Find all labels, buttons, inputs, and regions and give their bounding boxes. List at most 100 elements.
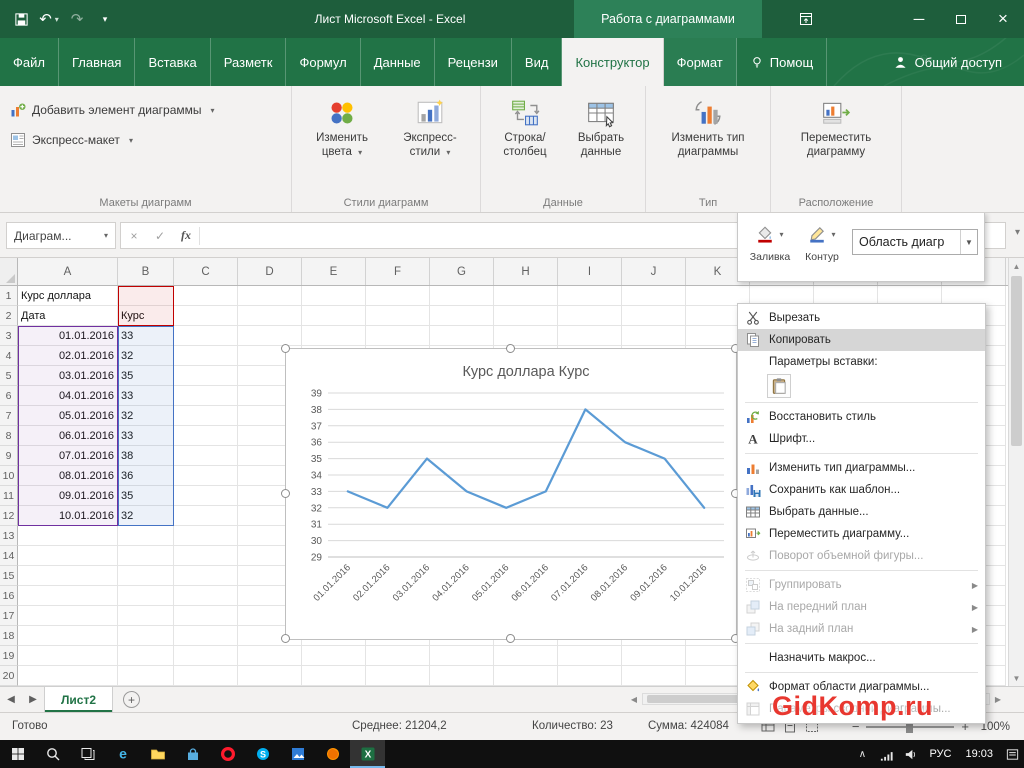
cell-G19[interactable] [430,646,494,666]
row-header-20[interactable]: 20 [0,666,18,686]
cell-B3[interactable]: 33 [118,326,174,346]
formula-bar-expand-icon[interactable]: ▾ [1015,227,1020,238]
cell-G1[interactable] [430,286,494,306]
cell-A3[interactable]: 01.01.2016 [18,326,118,346]
cell-F20[interactable] [366,666,430,686]
column-header-B[interactable]: B [118,258,174,285]
cell-B11[interactable]: 35 [118,486,174,506]
share-button[interactable]: Общий доступ [881,38,1014,86]
tab-5-данные[interactable]: Данные [361,38,435,86]
context-menu-item-2[interactable]: Параметры вставки: [738,351,985,373]
tab-7-вид[interactable]: Вид [512,38,563,86]
row-header-12[interactable]: 12 [0,506,18,526]
cell-C8[interactable] [174,426,238,446]
redo-button[interactable]: ↷ [64,5,90,33]
column-header-G[interactable]: G [430,258,494,285]
cell-B7[interactable]: 32 [118,406,174,426]
context-menu-item-0[interactable]: Вырезать [738,307,985,329]
row-header-16[interactable]: 16 [0,586,18,606]
cell-C11[interactable] [174,486,238,506]
cell-I2[interactable] [558,306,622,326]
language-indicator[interactable]: РУС [922,748,958,760]
cell-H2[interactable] [494,306,558,326]
cell-B18[interactable] [118,626,174,646]
chart-selection-handle[interactable] [506,634,515,643]
chart-element-selector[interactable]: Область диагр ▼ [852,229,978,255]
tab-9-формат[interactable]: Формат [664,38,737,86]
save-button[interactable] [8,5,34,33]
ribbon-button-1-1[interactable]: Экспресс-стили ▾ [386,90,474,159]
cell-G3[interactable] [430,326,494,346]
column-header-C[interactable]: C [174,258,238,285]
cell-C16[interactable] [174,586,238,606]
cell-A17[interactable] [18,606,118,626]
row-header-5[interactable]: 5 [0,366,18,386]
chart-selection-handle[interactable] [506,344,515,353]
column-header-D[interactable]: D [238,258,302,285]
row-header-10[interactable]: 10 [0,466,18,486]
row-header-11[interactable]: 11 [0,486,18,506]
vertical-scrollbar[interactable]: ▲ ▼ [1008,258,1024,686]
cell-H19[interactable] [494,646,558,666]
cell-A15[interactable] [18,566,118,586]
sheet-tab-list2[interactable]: Лист2 [44,687,113,712]
context-menu-item-18[interactable]: Назначить макрос... [738,647,985,669]
ribbon-button-2-1[interactable]: Выбрать данные [563,90,639,159]
taskbar-opera-button[interactable] [210,740,245,768]
chart-selection-handle[interactable] [281,634,290,643]
cell-A19[interactable] [18,646,118,666]
context-menu-item-11[interactable]: Переместить диаграмму... [738,523,985,545]
row-header-8[interactable]: 8 [0,426,18,446]
taskbar-skype-button[interactable]: S [245,740,280,768]
cell-C18[interactable] [174,626,238,646]
cell-B6[interactable]: 33 [118,386,174,406]
taskbar-file-explorer-button[interactable] [140,740,175,768]
name-box[interactable]: Диаграм...▾ [6,222,116,249]
cell-C17[interactable] [174,606,238,626]
customize-qat-button[interactable]: ▾ [92,5,118,33]
ribbon-button-0-1[interactable]: Экспресс-макет▾ [6,130,285,150]
tab-6-рецензи[interactable]: Рецензи [435,38,512,86]
taskbar-firefox-button[interactable] [315,740,350,768]
context-menu-item-10[interactable]: Выбрать данные... [738,501,985,523]
outline-color-button[interactable]: ▾ Контур [798,221,846,263]
cell-C7[interactable] [174,406,238,426]
row-header-7[interactable]: 7 [0,406,18,426]
line-chart[interactable]: Курс доллара Курс29303132333435363738390… [286,349,736,639]
column-header-F[interactable]: F [366,258,430,285]
context-menu-item-8[interactable]: Изменить тип диаграммы... [738,457,985,479]
cell-B2[interactable]: Курс [118,306,174,326]
tab-3-разметк[interactable]: Разметк [211,38,287,86]
column-header-A[interactable]: A [18,258,118,285]
row-header-1[interactable]: 1 [0,286,18,306]
cell-E20[interactable] [302,666,366,686]
cell-H1[interactable] [494,286,558,306]
row-header-17[interactable]: 17 [0,606,18,626]
cell-J19[interactable] [622,646,686,666]
cell-B1[interactable] [118,286,174,306]
ribbon-button-2-0[interactable]: Строка/ столбец [487,90,563,159]
column-header-H[interactable]: H [494,258,558,285]
cell-A5[interactable]: 03.01.2016 [18,366,118,386]
maximize-button[interactable] [940,0,982,38]
cell-A6[interactable]: 04.01.2016 [18,386,118,406]
cell-F3[interactable] [366,326,430,346]
cell-A7[interactable]: 05.01.2016 [18,406,118,426]
row-header-9[interactable]: 9 [0,446,18,466]
name-box-dropdown-icon[interactable]: ▾ [104,231,108,240]
cell-B14[interactable] [118,546,174,566]
cell-D2[interactable] [238,306,302,326]
cell-B15[interactable] [118,566,174,586]
cell-H20[interactable] [494,666,558,686]
cell-C4[interactable] [174,346,238,366]
cell-F2[interactable] [366,306,430,326]
tray-expand-icon[interactable]: ∧ [850,740,874,768]
cell-C2[interactable] [174,306,238,326]
cell-B19[interactable] [118,646,174,666]
cell-F19[interactable] [366,646,430,666]
cell-B8[interactable]: 33 [118,426,174,446]
cell-A14[interactable] [18,546,118,566]
row-header-13[interactable]: 13 [0,526,18,546]
cell-A10[interactable]: 08.01.2016 [18,466,118,486]
cell-D3[interactable] [238,326,302,346]
